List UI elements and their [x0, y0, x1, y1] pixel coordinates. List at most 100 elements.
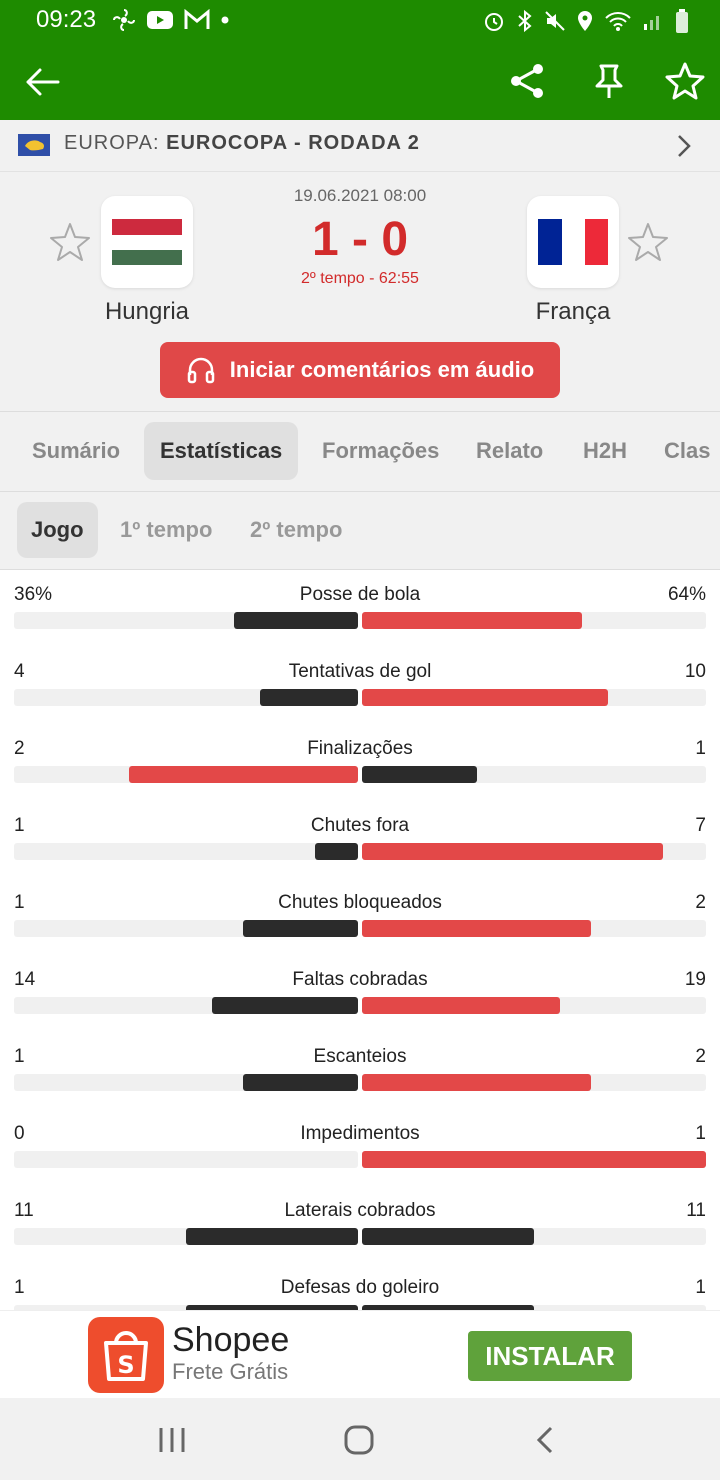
pin-icon[interactable]: [588, 60, 630, 102]
period-tabs: Jogo 1º tempo 2º tempo: [0, 492, 720, 570]
ad-banner[interactable]: S Shopee Frete Grátis INSTALAR: [0, 1310, 720, 1398]
fan-icon: [113, 9, 135, 31]
stat-away-track: [362, 920, 706, 937]
app-bar: [0, 42, 720, 120]
home-favorite-star-icon[interactable]: [48, 220, 92, 264]
share-icon[interactable]: [506, 60, 548, 102]
stat-name: Impedimentos: [300, 1123, 420, 1144]
audio-commentary-button[interactable]: Iniciar comentários em áudio: [160, 342, 560, 398]
stat-home-bar: [186, 1228, 358, 1245]
stat-away-track: [362, 997, 706, 1014]
stat-name: Posse de bola: [299, 584, 421, 605]
stat-away-track: [362, 843, 706, 860]
stat-away-bar: [362, 1074, 591, 1091]
stat-away-value: 11: [686, 1200, 706, 1221]
nav-back-icon[interactable]: [528, 1422, 564, 1458]
stat-home-bar: [234, 612, 358, 629]
away-favorite-star-icon[interactable]: [626, 220, 670, 264]
match-score: 1 - 0: [311, 213, 409, 266]
france-flag-icon: [538, 219, 608, 265]
stat-row: 36% Posse de bola 64%: [0, 570, 720, 647]
stat-name: Faltas cobradas: [292, 969, 428, 990]
stat-name: Chutes fora: [310, 815, 410, 836]
stat-row: 4 Tentativas de gol 10: [0, 647, 720, 724]
league-competition: EUROCOPA - RODADA 2: [166, 132, 420, 154]
stat-home-value: 4: [14, 661, 25, 682]
tab-h2h[interactable]: H2H: [567, 422, 643, 480]
stat-home-bar: [260, 689, 358, 706]
stat-home-track: [14, 843, 358, 860]
stat-home-bar: [243, 920, 358, 937]
home-icon[interactable]: [341, 1422, 377, 1458]
stat-home-bar: [212, 997, 358, 1014]
stat-home-value: 1: [14, 1277, 25, 1298]
stat-away-bar: [362, 997, 560, 1014]
stat-home-value: 11: [14, 1200, 34, 1221]
stat-home-value: 36%: [14, 584, 53, 605]
ad-subtitle: Frete Grátis: [172, 1359, 289, 1384]
stat-home-track: [14, 997, 358, 1014]
audio-commentary-label: Iniciar comentários em áudio: [229, 357, 535, 382]
match-tabs: Sumário Estatísticas Formações Relato H2…: [0, 412, 720, 492]
stat-home-track: [14, 766, 358, 783]
favorite-star-icon[interactable]: [664, 60, 706, 102]
install-button[interactable]: INSTALAR: [468, 1331, 632, 1381]
tab-classificacao[interactable]: Clas: [648, 422, 720, 480]
tab-relato[interactable]: Relato: [460, 422, 559, 480]
svg-text:S: S: [117, 1351, 134, 1379]
chevron-right-icon[interactable]: [672, 132, 696, 160]
bluetooth-icon: [518, 9, 532, 33]
stat-home-track: [14, 1151, 358, 1168]
stat-away-value: 1: [695, 738, 706, 759]
stat-away-track: [362, 1151, 706, 1168]
away-team-name[interactable]: França: [493, 298, 653, 326]
home-team-logo[interactable]: [101, 196, 193, 288]
stat-away-value: 2: [695, 1046, 706, 1067]
stat-row: 1 Chutes fora 7: [0, 801, 720, 878]
match-header: Hungria 19.06.2021 08:00 1 - 0 2º tempo …: [0, 172, 720, 412]
league-region: EUROPA:: [64, 132, 160, 154]
notification-icons: [112, 8, 230, 32]
stat-home-bar: [243, 1074, 358, 1091]
alarm-icon: [485, 13, 503, 31]
stat-row: 0 Impedimentos 1: [0, 1109, 720, 1186]
stat-home-track: [14, 612, 358, 629]
shopee-app-icon[interactable]: S: [88, 1317, 164, 1393]
tab-estatisticas[interactable]: Estatísticas: [144, 422, 299, 480]
back-arrow-icon[interactable]: [22, 62, 62, 102]
stat-row: 1 Chutes bloqueados 2: [0, 878, 720, 955]
stat-home-value: 1: [14, 892, 25, 913]
shopping-bag-icon: S: [104, 1331, 148, 1381]
league-header[interactable]: EUROPA: EUROCOPA - RODADA 2: [0, 120, 720, 172]
tab-sumario[interactable]: Sumário: [16, 422, 136, 480]
stat-away-bar: [362, 1228, 534, 1245]
stat-away-bar: [362, 920, 591, 937]
stat-away-track: [362, 1228, 706, 1245]
subtab-2-tempo[interactable]: 2º tempo: [236, 502, 356, 558]
match-date: 19.06.2021 08:00: [293, 186, 427, 205]
mute-icon: [545, 11, 565, 31]
tab-formacoes[interactable]: Formações: [306, 422, 455, 480]
stats-list[interactable]: 36% Posse de bola 64% 4 Tentativas de gol 10 2…: [0, 570, 720, 1310]
stat-home-track: [14, 1074, 358, 1091]
away-team-logo[interactable]: [527, 196, 619, 288]
home-team-name[interactable]: Hungria: [67, 298, 227, 326]
signal-icon: [644, 16, 659, 30]
stat-row: 1 Escanteios 2: [0, 1032, 720, 1109]
ad-title[interactable]: Shopee: [172, 1321, 289, 1360]
recent-apps-icon[interactable]: [154, 1422, 190, 1458]
hungary-flag-icon: [112, 219, 182, 265]
status-bar: 09:23: [0, 0, 720, 42]
stat-home-track: [14, 1228, 358, 1245]
dot-icon: [221, 16, 229, 24]
stat-away-track: [362, 766, 706, 783]
stat-away-value: 10: [684, 661, 706, 682]
stat-home-track: [14, 920, 358, 937]
subtab-1-tempo[interactable]: 1º tempo: [106, 502, 226, 558]
subtab-jogo[interactable]: Jogo: [17, 502, 98, 558]
stat-name: Chutes bloqueados: [278, 892, 442, 913]
headphones-icon: [187, 357, 215, 384]
system-nav-bar: [0, 1398, 720, 1480]
stat-home-value: 1: [14, 815, 25, 836]
stat-name: Escanteios: [313, 1046, 407, 1067]
